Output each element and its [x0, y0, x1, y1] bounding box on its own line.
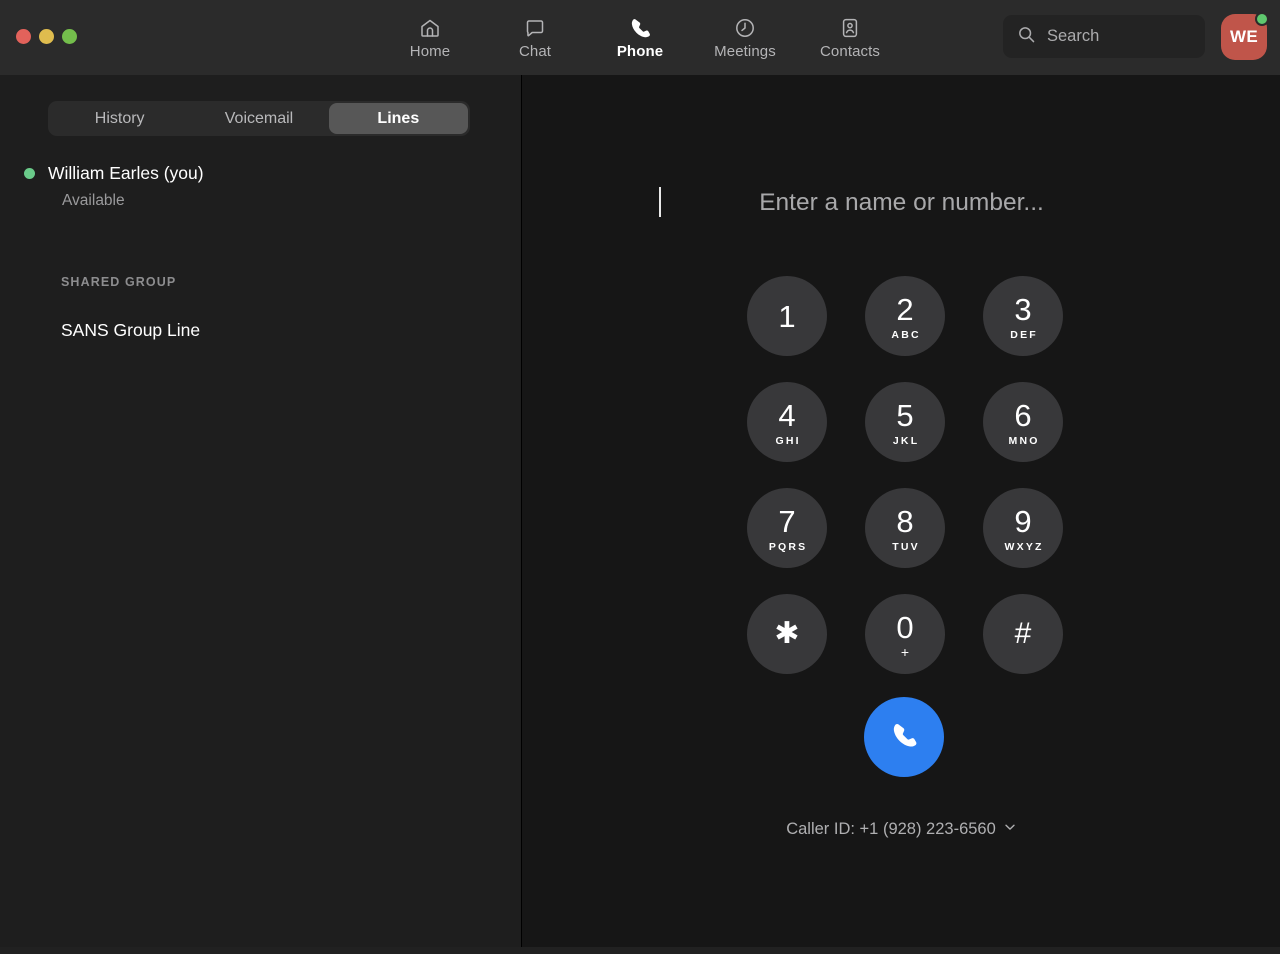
dial-key-2[interactable]: 2 ABC: [865, 276, 945, 356]
caller-id-selector[interactable]: Caller ID: +1 (928) 223-6560: [523, 820, 1280, 839]
dial-key-7-letters: PQRS: [767, 541, 808, 553]
dial-key-hash-digit: #: [1015, 619, 1032, 649]
dial-key-8-letters: TUV: [890, 541, 920, 553]
text-caret: [659, 187, 661, 217]
dial-key-asterisk-digit: ✱: [774, 619, 799, 649]
chevron-down-icon: [1003, 820, 1017, 839]
dial-key-5[interactable]: 5 JKL: [865, 382, 945, 462]
dial-key-6-digit: 6: [1014, 400, 1031, 431]
dial-key-3[interactable]: 3 DEF: [983, 276, 1063, 356]
tab-voicemail-label: Voicemail: [225, 110, 293, 128]
dial-key-asterisk[interactable]: ✱: [747, 594, 827, 674]
nav-tab-phone[interactable]: Phone: [588, 4, 693, 72]
dial-key-3-letters: DEF: [1008, 329, 1038, 341]
dial-key-9[interactable]: 9 WXYZ: [983, 488, 1063, 568]
nav-tab-contacts[interactable]: Contacts: [798, 4, 903, 72]
zoom-phone-window: Home Chat Phone: [0, 0, 1280, 954]
dial-key-7[interactable]: 7 PQRS: [747, 488, 827, 568]
maximize-window-button[interactable]: [62, 29, 77, 44]
traffic-light-controls: [16, 29, 77, 44]
phone-handset-icon: [628, 16, 652, 40]
dial-key-9-letters: WXYZ: [1002, 541, 1043, 553]
dial-key-8[interactable]: 8 TUV: [865, 488, 945, 568]
dial-key-4[interactable]: 4 GHI: [747, 382, 827, 462]
dial-key-0[interactable]: 0 +: [865, 594, 945, 674]
minimize-window-button[interactable]: [39, 29, 54, 44]
nav-tab-chat-label: Chat: [519, 43, 551, 60]
my-line-name: William Earles (you): [48, 163, 204, 184]
caller-id-label: Caller ID: +1 (928) 223-6560: [786, 820, 996, 839]
presence-dot-icon: [24, 168, 35, 179]
tab-history[interactable]: History: [50, 103, 189, 134]
nav-tab-meetings[interactable]: Meetings: [693, 4, 798, 72]
tab-voicemail[interactable]: Voicemail: [189, 103, 328, 134]
dial-key-8-digit: 8: [896, 506, 913, 537]
search-placeholder-text: Search: [1047, 27, 1099, 46]
my-line-item[interactable]: William Earles (you) Available: [0, 163, 522, 210]
my-line-row: William Earles (you): [24, 163, 498, 184]
dial-key-2-digit: 2: [896, 294, 913, 325]
nav-tab-phone-label: Phone: [617, 43, 663, 60]
dial-key-4-digit: 4: [778, 400, 795, 431]
nav-tab-home[interactable]: Home: [378, 4, 483, 72]
contact-card-icon: [838, 16, 862, 40]
dial-key-3-digit: 3: [1014, 294, 1031, 325]
presence-status-badge: [1255, 12, 1269, 26]
search-icon: [1017, 25, 1036, 49]
nav-tab-home-label: Home: [410, 43, 450, 60]
dial-key-9-digit: 9: [1014, 506, 1031, 537]
home-icon: [418, 16, 442, 40]
close-window-button[interactable]: [16, 29, 31, 44]
phone-handset-icon: [889, 720, 919, 755]
window-titlebar: Home Chat Phone: [0, 0, 1280, 75]
tab-lines-label: Lines: [377, 110, 419, 128]
dial-key-6[interactable]: 6 MNO: [983, 382, 1063, 462]
shared-group-header: SHARED GROUP: [61, 275, 176, 289]
tab-history-label: History: [95, 110, 145, 128]
chat-bubble-icon: [523, 16, 547, 40]
nav-tab-chat[interactable]: Chat: [483, 4, 588, 72]
my-line-status: Available: [62, 192, 498, 210]
search-input[interactable]: Search: [1003, 15, 1205, 58]
dialpad-keys: 1 2 ABC 3 DEF 4 GHI 5 JKL 6 MNO: [747, 276, 1067, 674]
dial-key-7-digit: 7: [778, 506, 795, 537]
dial-key-0-plus: +: [901, 644, 909, 660]
dial-key-0-digit: 0: [896, 612, 913, 643]
nav-tab-contacts-label: Contacts: [820, 43, 880, 60]
tab-lines[interactable]: Lines: [329, 103, 468, 134]
phone-segmented-control: History Voicemail Lines: [48, 101, 470, 136]
list-item-shared-group-line[interactable]: SANS Group Line: [61, 320, 200, 341]
window-bottom-edge: [0, 947, 1280, 954]
dial-key-5-digit: 5: [896, 400, 913, 431]
phone-sidebar: History Voicemail Lines William Earles (…: [0, 75, 522, 954]
dial-key-2-letters: ABC: [889, 329, 921, 341]
dial-key-1[interactable]: 1: [747, 276, 827, 356]
nav-tab-meetings-label: Meetings: [714, 43, 776, 60]
dial-key-hash[interactable]: #: [983, 594, 1063, 674]
dial-input-placeholder: Enter a name or number...: [759, 189, 1044, 217]
account-avatar-wrapper[interactable]: WE: [1221, 14, 1267, 60]
dial-key-6-letters: MNO: [1006, 435, 1039, 447]
dial-key-4-letters: GHI: [773, 435, 800, 447]
call-button[interactable]: [864, 697, 944, 777]
dial-key-1-digit: 1: [778, 301, 795, 332]
dial-key-5-letters: JKL: [891, 435, 920, 447]
dialpad-panel: Enter a name or number... 1 2 ABC 3 DEF …: [523, 75, 1280, 954]
dial-number-input[interactable]: Enter a name or number...: [523, 185, 1280, 221]
clock-icon: [733, 16, 757, 40]
